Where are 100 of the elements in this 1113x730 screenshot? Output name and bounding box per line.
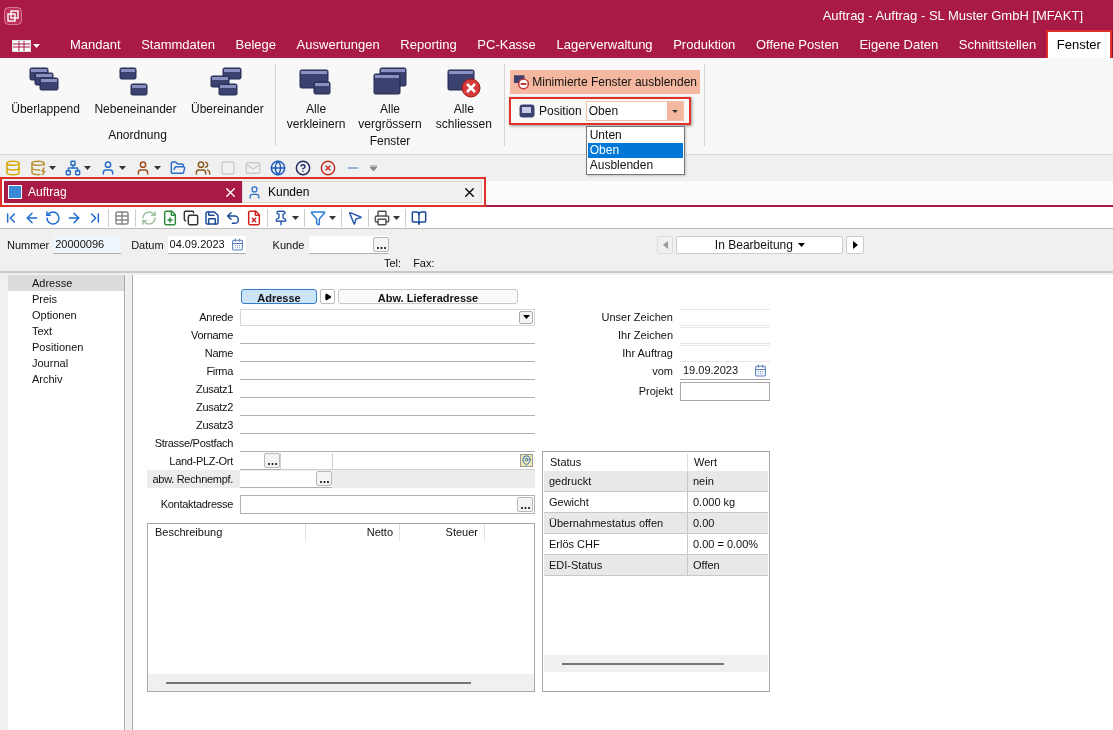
- pointer-icon[interactable]: [347, 209, 363, 226]
- caret-icon[interactable]: [154, 166, 161, 170]
- users-icon[interactable]: [195, 160, 211, 176]
- calendar-icon[interactable]: [230, 238, 244, 251]
- ribbon-button[interactable]: Alle verkleinern: [283, 64, 350, 132]
- menu-tab[interactable]: Lagerverwaltung: [546, 32, 663, 58]
- help-icon[interactable]: [295, 160, 311, 176]
- triangle-right-icon: [852, 241, 858, 249]
- caret-icon[interactable]: [84, 166, 91, 170]
- document-tab[interactable]: Auftrag: [4, 181, 242, 203]
- menu-tab[interactable]: Auswertungen: [286, 32, 390, 58]
- ribbon-button[interactable]: Alle vergrössern: [355, 64, 425, 132]
- menu-tab[interactable]: Schnittstellen: [948, 32, 1047, 58]
- input-field[interactable]: [240, 470, 332, 488]
- next-status-button[interactable]: [846, 236, 865, 254]
- menu-tab[interactable]: Mandant: [60, 32, 131, 58]
- menu-tab[interactable]: Eigene Daten: [849, 32, 949, 58]
- navigation-item[interactable]: Journal: [8, 355, 124, 371]
- tab-label: Auftrag: [28, 184, 68, 201]
- address-tab[interactable]: Adresse: [241, 289, 317, 304]
- app-menu-button[interactable]: [12, 40, 40, 52]
- document-tab[interactable]: Kunden: [242, 181, 482, 203]
- field-label: Projekt: [637, 384, 673, 400]
- scrollbar[interactable]: [148, 674, 534, 691]
- column-header[interactable]: Wert: [688, 453, 718, 471]
- select-field[interactable]: [240, 308, 535, 326]
- column-header[interactable]: Status: [544, 453, 688, 471]
- book-icon[interactable]: [411, 209, 427, 226]
- minimize-windows-button[interactable]: Minimierte Fenster ausblenden: [510, 70, 700, 94]
- table-cell-text: Offen: [692, 557, 720, 573]
- menu-tab[interactable]: PC-Kasse: [467, 32, 546, 58]
- dropdown-option[interactable]: Unten: [587, 128, 683, 143]
- input-field[interactable]: [240, 494, 535, 514]
- field-label: Zusatz2: [194, 399, 233, 415]
- copy-icon[interactable]: [183, 209, 199, 226]
- country-field[interactable]: [240, 452, 280, 470]
- ribbon-button[interactable]: Nebeneinander: [91, 64, 180, 126]
- navigation-item[interactable]: Archiv: [8, 371, 124, 387]
- enlarge-windows-icon: [371, 66, 408, 98]
- field-label: abw. Rechnempf.: [151, 471, 233, 487]
- navigation-item[interactable]: Optionen: [8, 307, 124, 323]
- network-icon[interactable]: [65, 160, 81, 176]
- dropdown-button[interactable]: [519, 310, 533, 324]
- ellipsis-button[interactable]: [373, 237, 390, 252]
- new-document-icon[interactable]: [162, 209, 178, 226]
- ellipsis-button[interactable]: [264, 452, 280, 468]
- navigation-item[interactable]: Preis: [8, 291, 124, 307]
- column-header[interactable]: Beschreibung: [148, 524, 305, 541]
- scrollbar[interactable]: [544, 655, 768, 672]
- filter-icon[interactable]: [310, 209, 326, 226]
- navigation-item[interactable]: Text: [8, 323, 124, 339]
- input-field[interactable]: [680, 382, 770, 401]
- date-field[interactable]: 04.09.2023: [167, 236, 246, 254]
- calendar-icon[interactable]: [754, 364, 767, 377]
- ellipsis-button[interactable]: [316, 471, 332, 486]
- pin-icon[interactable]: [273, 209, 289, 226]
- caret-icon[interactable]: [292, 215, 299, 220]
- map-pin-icon[interactable]: [520, 454, 533, 467]
- phone-label: Tel:: [384, 256, 402, 271]
- menu-tab[interactable]: Reporting: [390, 32, 467, 58]
- user-icon[interactable]: [100, 160, 116, 176]
- ribbon-button[interactable]: Überlappend: [8, 64, 83, 126]
- tab-label: Kunden: [268, 184, 311, 201]
- date-field[interactable]: 19.09.2023: [680, 362, 770, 380]
- globe-icon[interactable]: [270, 160, 286, 176]
- menu-tab[interactable]: Produktion: [663, 32, 746, 58]
- caret-icon[interactable]: [49, 166, 56, 170]
- printer-icon[interactable]: [374, 209, 390, 226]
- expand-button[interactable]: [320, 289, 335, 304]
- table-icon[interactable]: [114, 209, 130, 226]
- folder-icon[interactable]: [170, 160, 186, 176]
- navigation-item[interactable]: Positionen: [8, 339, 124, 355]
- ellipsis-button[interactable]: [517, 496, 533, 512]
- delete-document-icon[interactable]: [246, 209, 262, 226]
- user-icon[interactable]: [135, 160, 151, 176]
- city-field[interactable]: [332, 452, 535, 470]
- dropdown-option[interactable]: Ausblenden: [587, 158, 683, 173]
- menu-tab[interactable]: Offene Posten: [745, 32, 849, 58]
- position-label: Position: [539, 103, 582, 120]
- save-icon[interactable]: [204, 209, 220, 226]
- menu-tab[interactable]: Stammdaten: [131, 32, 225, 58]
- undo-icon[interactable]: [225, 209, 241, 226]
- ribbon-button[interactable]: Übereinander: [188, 64, 267, 126]
- address-tab[interactable]: Abw. Lieferadresse: [338, 289, 518, 304]
- menu-tab[interactable]: Belege: [225, 32, 286, 58]
- previous-status-button[interactable]: [657, 236, 674, 254]
- ribbon-button[interactable]: Alle schliessen: [430, 64, 497, 132]
- customer-field[interactable]: [309, 236, 390, 254]
- column-header[interactable]: Netto: [305, 524, 399, 541]
- caret-icon[interactable]: [393, 215, 400, 220]
- column-header[interactable]: Steuer: [399, 524, 485, 541]
- navigation-item[interactable]: Adresse: [8, 275, 124, 291]
- status-button[interactable]: In Bearbeitung: [676, 236, 844, 254]
- refresh-icon[interactable]: [45, 209, 61, 226]
- number-field[interactable]: 20000096: [53, 236, 122, 254]
- dropdown-option[interactable]: Oben: [587, 143, 683, 158]
- menu-tab[interactable]: Fenster: [1046, 31, 1111, 59]
- zip-field[interactable]: [280, 452, 332, 470]
- caret-icon[interactable]: [329, 215, 336, 220]
- caret-icon[interactable]: [119, 166, 126, 170]
